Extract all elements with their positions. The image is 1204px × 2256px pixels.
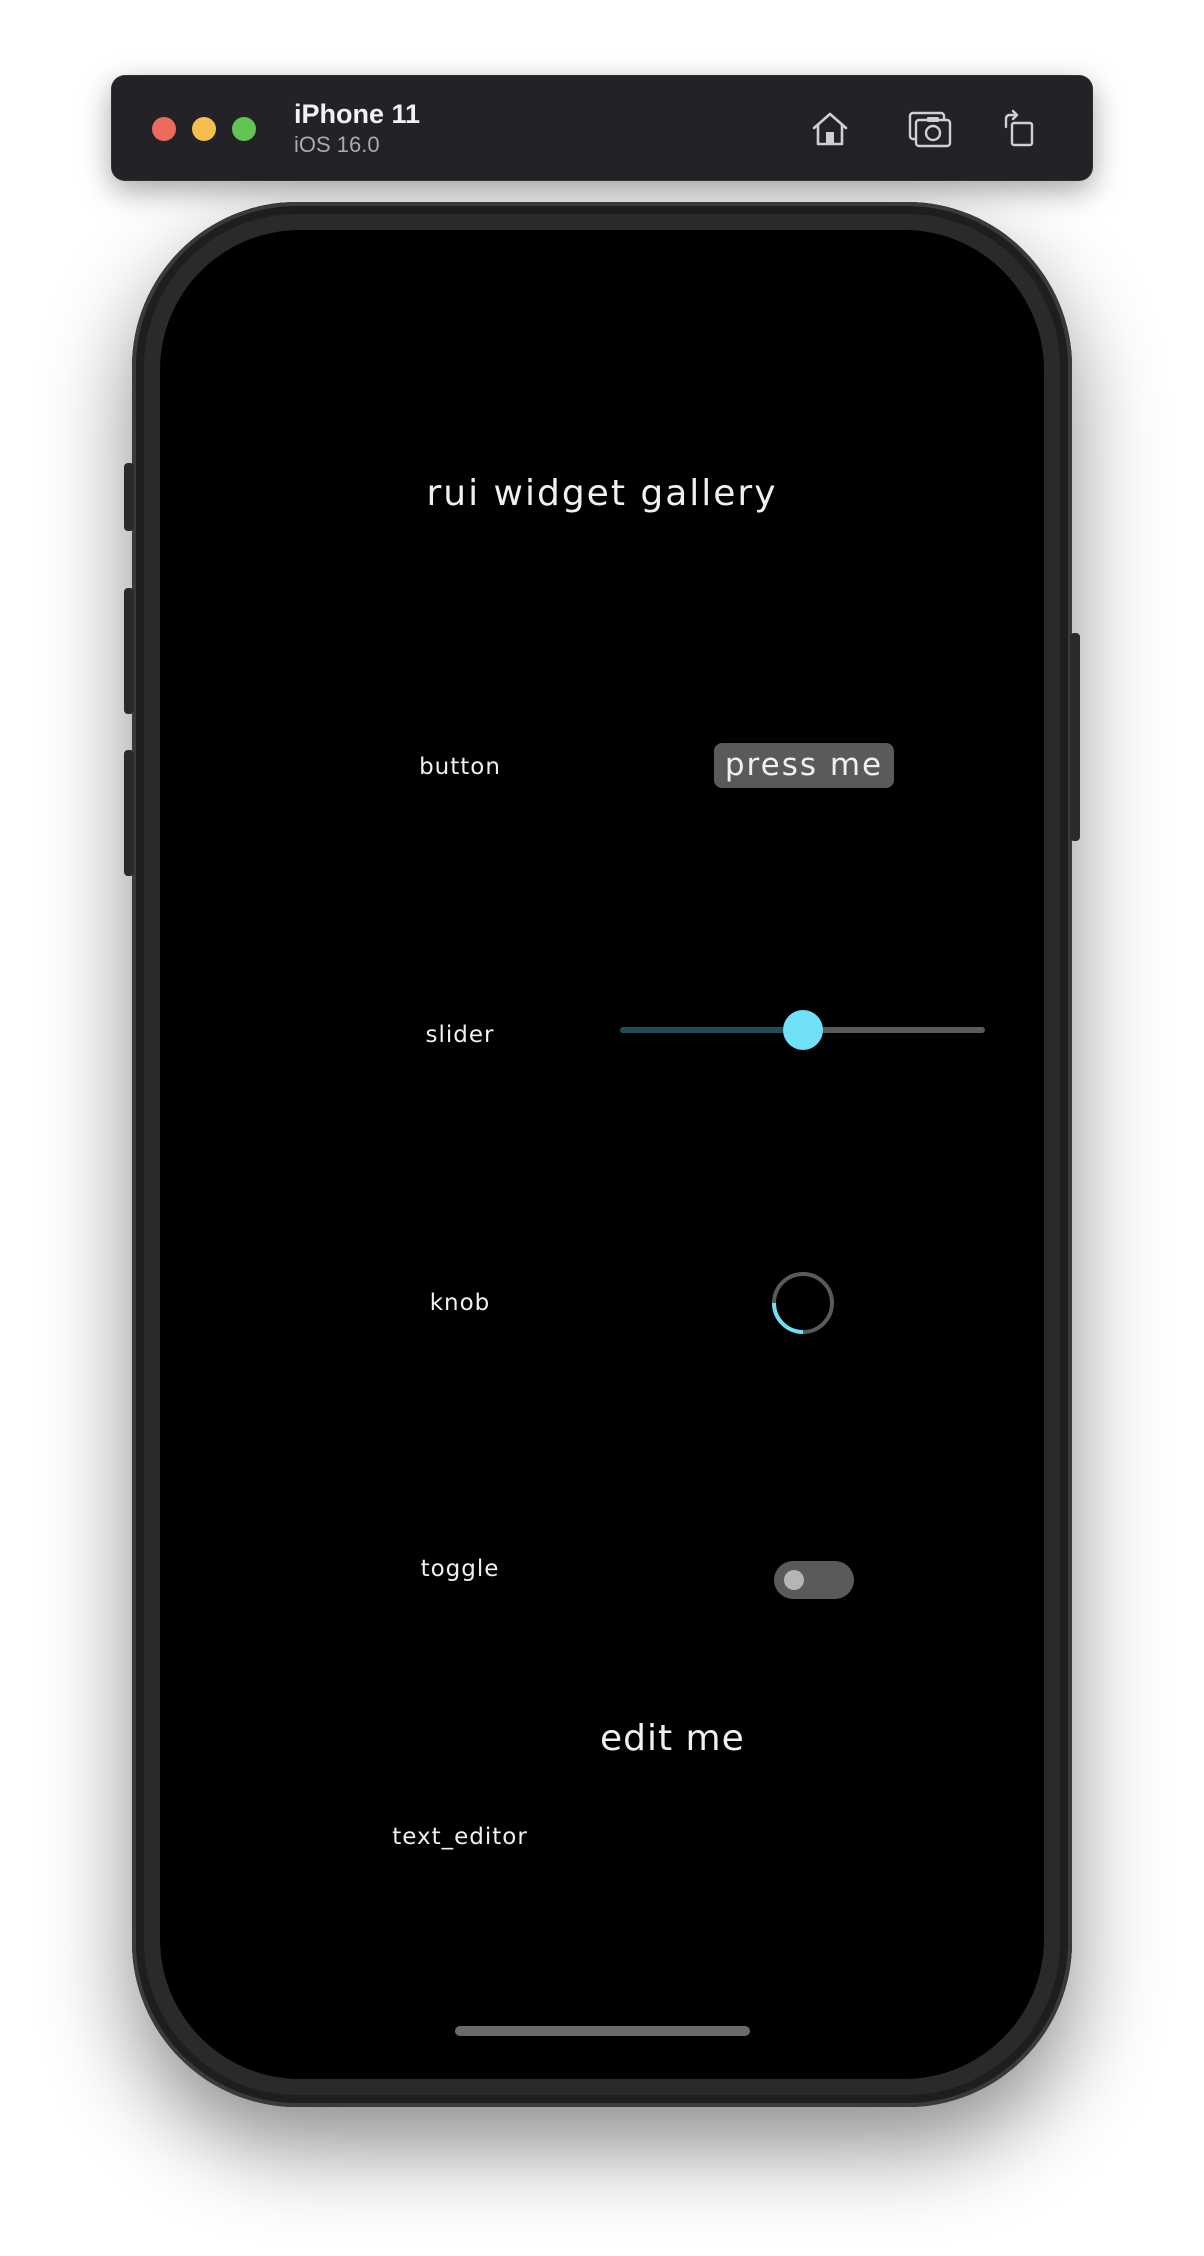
simulator-window: iPhone 11 iOS 16.0 rui widget gallery bu… bbox=[0, 0, 1204, 2256]
home-button[interactable] bbox=[806, 105, 854, 153]
home-icon bbox=[812, 112, 848, 146]
page-title: rui widget gallery bbox=[426, 473, 778, 514]
row-label-text-editor: text_editor bbox=[392, 1824, 528, 1850]
os-version: iOS 16.0 bbox=[294, 132, 380, 157]
home-indicator bbox=[455, 2026, 750, 2036]
toggle-thumb bbox=[784, 1570, 804, 1590]
slider-fill bbox=[620, 1027, 803, 1033]
minimize-window-button[interactable] bbox=[192, 117, 216, 141]
volume-down-button[interactable] bbox=[124, 750, 134, 876]
power-button[interactable] bbox=[1070, 633, 1080, 841]
row-label-toggle: toggle bbox=[420, 1556, 500, 1582]
simulator-title-bar: iPhone 11 iOS 16.0 bbox=[111, 75, 1093, 181]
close-window-button[interactable] bbox=[152, 117, 176, 141]
device-name: iPhone 11 bbox=[294, 99, 421, 129]
row-label-slider: slider bbox=[425, 1022, 495, 1048]
screenshot-button[interactable] bbox=[906, 105, 954, 153]
knob-control[interactable] bbox=[770, 1270, 836, 1336]
text-editor-field[interactable]: edit me bbox=[600, 1718, 880, 1768]
press-me-button[interactable]: press me bbox=[714, 743, 894, 788]
rotate-icon bbox=[1004, 109, 1034, 147]
knob-value-arc bbox=[772, 1302, 804, 1334]
row-label-knob: knob bbox=[429, 1290, 491, 1316]
volume-up-button[interactable] bbox=[124, 588, 134, 714]
device-screen: rui widget gallery button slider knob to… bbox=[160, 230, 1044, 2079]
rotate-button[interactable] bbox=[996, 105, 1044, 153]
silent-switch[interactable] bbox=[124, 463, 134, 531]
zoom-window-button[interactable] bbox=[232, 117, 256, 141]
slider-control[interactable] bbox=[620, 1010, 985, 1050]
toggle-switch[interactable] bbox=[774, 1561, 854, 1599]
slider-thumb[interactable] bbox=[782, 1010, 823, 1050]
row-label-button: button bbox=[419, 754, 501, 780]
screenshot-icon bbox=[908, 111, 952, 148]
